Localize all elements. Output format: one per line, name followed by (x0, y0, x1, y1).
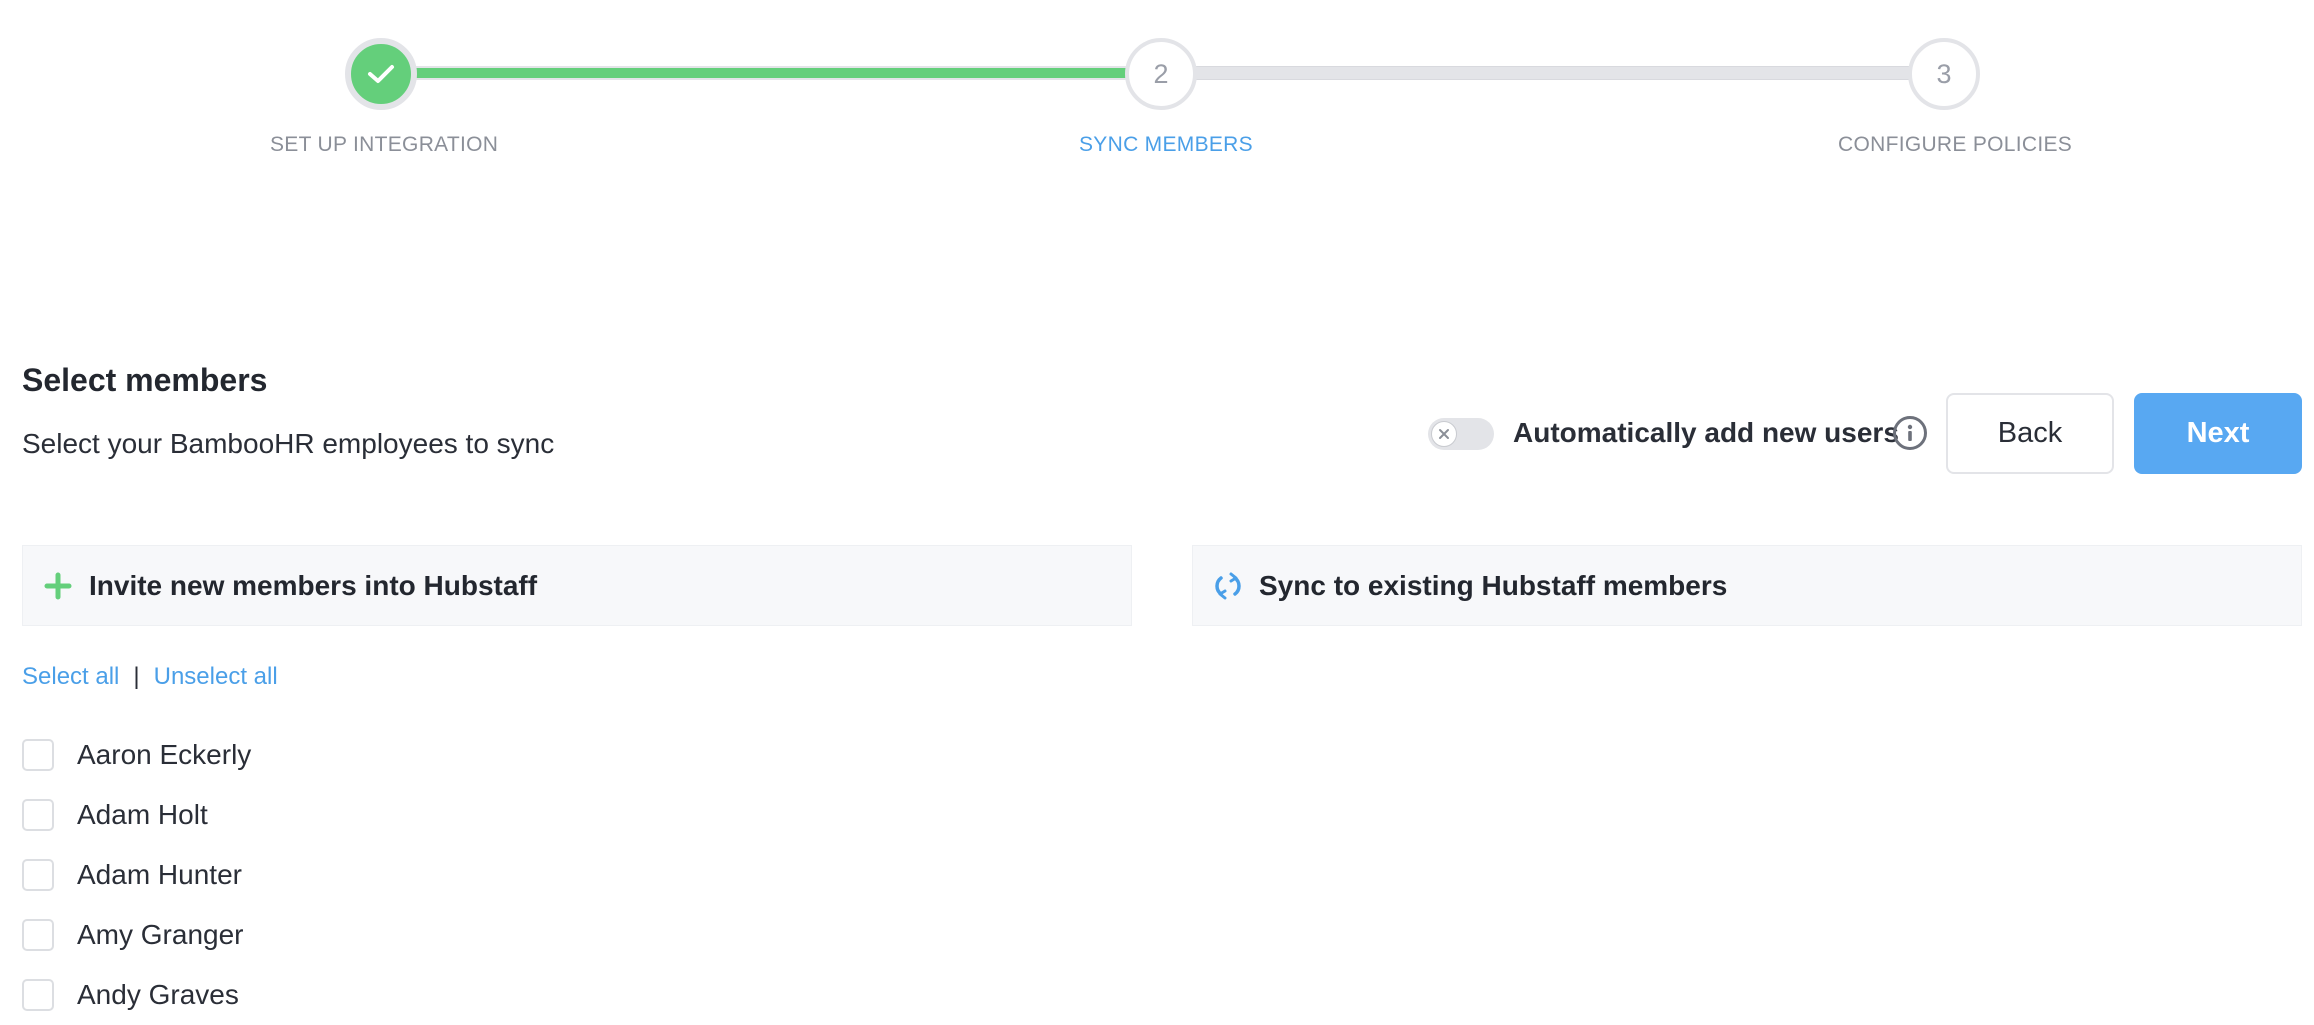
step-3-label: CONFIGURE POLICIES (1838, 133, 2073, 156)
step-1-label: SET UP INTEGRATION (270, 133, 499, 156)
member-name: Adam Holt (77, 799, 208, 830)
invite-members-panel[interactable]: Invite new members into Hubstaff (22, 545, 1132, 626)
member-checkbox[interactable] (22, 919, 54, 951)
page-title: Select members (22, 362, 268, 398)
step-3-circle: 3 (1908, 38, 1980, 110)
info-icon[interactable] (1893, 416, 1927, 450)
page-subtitle: Select your BambooHR employees to sync (22, 428, 555, 459)
selection-separator: | (133, 663, 140, 690)
list-item[interactable]: Amy Granger (22, 905, 251, 965)
member-checkbox[interactable] (22, 739, 54, 771)
info-glyph (1907, 424, 1913, 441)
progress-stepper: 2 3 SET UP INTEGRATION SYNC MEMBERS CONF… (0, 0, 2314, 170)
sync-existing-panel[interactable]: Sync to existing Hubstaff members (1192, 545, 2302, 626)
list-item[interactable]: Adam Hunter (22, 845, 251, 905)
checkmark-icon (368, 65, 394, 83)
selection-links: Select all | Unselect all (22, 663, 278, 691)
step-2-circle: 2 (1125, 38, 1197, 110)
member-checkbox[interactable] (22, 979, 54, 1011)
member-checkbox[interactable] (22, 799, 54, 831)
auto-add-label: Automatically add new users (1513, 417, 1899, 448)
step-3-number: 3 (1936, 58, 1952, 89)
unselect-all-link[interactable]: Unselect all (154, 663, 278, 691)
member-name: Aaron Eckerly (77, 739, 252, 770)
member-list: Aaron Eckerly Adam Holt Adam Hunter Amy … (22, 725, 251, 1025)
sync-icon (1211, 569, 1245, 603)
select-all-link[interactable]: Select all (22, 663, 119, 691)
close-icon (1439, 429, 1449, 439)
step-2-label: SYNC MEMBERS (1079, 133, 1253, 156)
member-name: Andy Graves (77, 979, 239, 1010)
toggle-knob (1431, 421, 1457, 447)
list-item[interactable]: Andy Graves (22, 965, 251, 1025)
next-button[interactable]: Next (2134, 393, 2302, 474)
step-2-number: 2 (1153, 58, 1169, 89)
back-button[interactable]: Back (1946, 393, 2114, 474)
step-1-circle (345, 38, 417, 110)
sync-existing-label: Sync to existing Hubstaff members (1259, 569, 1728, 601)
plus-icon (41, 569, 75, 603)
stepper-progress-fill (378, 66, 1161, 80)
auto-add-toggle[interactable] (1428, 418, 1494, 450)
invite-members-label: Invite new members into Hubstaff (89, 569, 538, 601)
list-item[interactable]: Aaron Eckerly (22, 725, 251, 785)
list-item[interactable]: Adam Holt (22, 785, 251, 845)
member-name: Amy Granger (77, 919, 244, 950)
member-name: Adam Hunter (77, 859, 242, 890)
member-checkbox[interactable] (22, 859, 54, 891)
